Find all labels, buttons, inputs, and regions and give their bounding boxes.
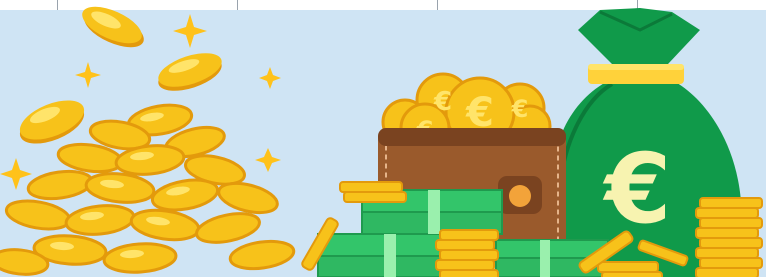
bag-euro-glyph: € xyxy=(603,133,672,245)
coin-euro-glyph: € xyxy=(511,95,529,123)
coin-euro-glyph: € xyxy=(433,87,452,117)
illustration-canvas: € € € € € xyxy=(0,6,766,277)
money-illustration: € € € € € xyxy=(0,0,766,277)
